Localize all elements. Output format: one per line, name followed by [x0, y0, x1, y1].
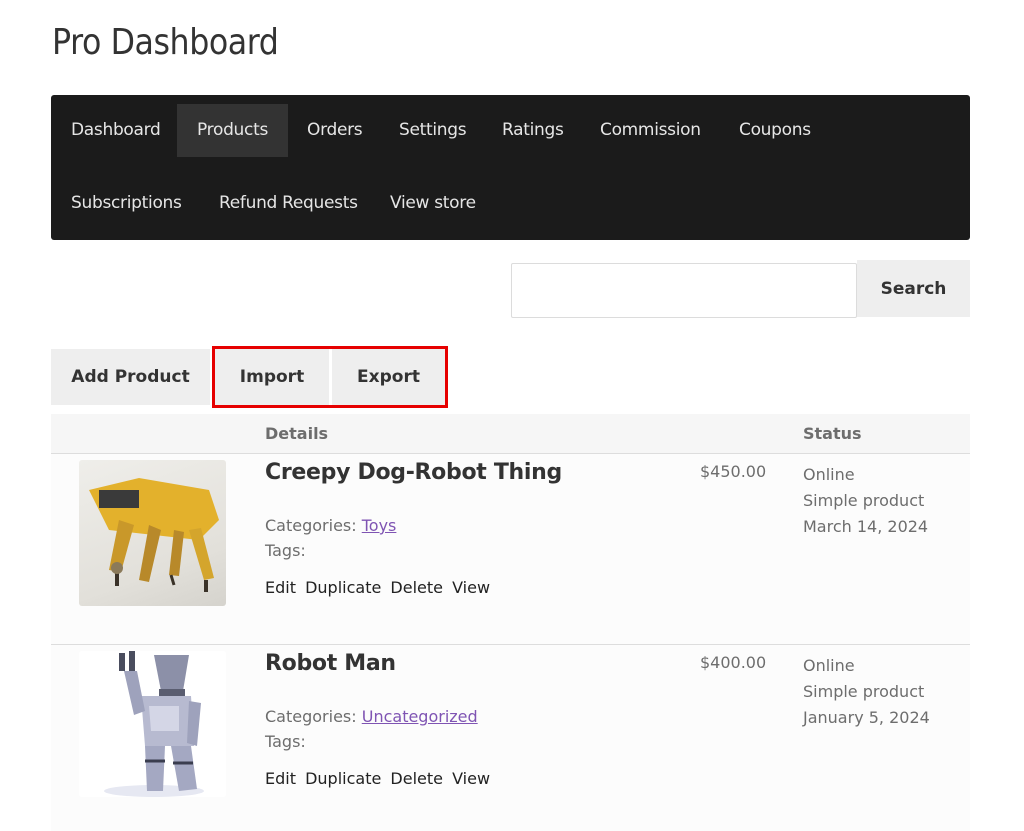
nav-item-orders[interactable]: Orders	[287, 104, 382, 157]
product-type: Simple product	[803, 682, 925, 701]
product-categories: Categories: Uncategorized	[265, 707, 478, 726]
status-value: Online	[803, 656, 855, 675]
search-input[interactable]	[511, 263, 857, 318]
delete-link[interactable]: Delete	[390, 769, 443, 788]
product-status: Online Simple product January 5, 2024	[803, 653, 930, 731]
row-actions: Edit Duplicate Delete View	[265, 769, 494, 788]
duplicate-link[interactable]: Duplicate	[305, 769, 381, 788]
page-title: Pro Dashboard	[52, 22, 279, 63]
nav-item-ratings[interactable]: Ratings	[482, 104, 584, 157]
product-categories: Categories: Toys	[265, 516, 396, 535]
nav-item-subscriptions[interactable]: Subscriptions	[51, 177, 202, 230]
row-actions: Edit Duplicate Delete View	[265, 578, 494, 597]
nav-item-refund-requests[interactable]: Refund Requests	[199, 177, 378, 230]
category-link[interactable]: Uncategorized	[362, 707, 478, 726]
view-link[interactable]: View	[452, 578, 490, 597]
edit-link[interactable]: Edit	[265, 769, 296, 788]
robot-man-image[interactable]	[79, 651, 226, 797]
yellow-robot-dog-image[interactable]	[79, 460, 226, 606]
product-price: $400.00	[700, 653, 767, 672]
nav-item-dashboard[interactable]: Dashboard	[51, 104, 181, 157]
categories-label: Categories:	[265, 516, 357, 535]
import-export-highlight	[212, 346, 448, 408]
duplicate-link[interactable]: Duplicate	[305, 578, 381, 597]
nav-item-products[interactable]: Products	[177, 104, 289, 157]
product-status: Online Simple product March 14, 2024	[803, 462, 928, 540]
view-link[interactable]: View	[452, 769, 490, 788]
nav-item-commission[interactable]: Commission	[580, 104, 721, 157]
add-product-button[interactable]: Add Product	[51, 349, 210, 405]
category-link[interactable]: Toys	[362, 516, 397, 535]
search-button[interactable]: Search	[857, 260, 970, 317]
table-header: Details Status	[51, 414, 970, 454]
product-name[interactable]: Robot Man	[265, 651, 396, 676]
categories-label: Categories:	[265, 707, 357, 726]
product-name[interactable]: Creepy Dog-Robot Thing	[265, 460, 562, 485]
product-date: March 14, 2024	[803, 517, 929, 536]
nav-item-settings[interactable]: Settings	[379, 104, 486, 157]
product-tags: Tags:	[265, 732, 306, 751]
table-row: Creepy Dog-Robot Thing Categories: Toys …	[51, 454, 970, 645]
nav-item-coupons[interactable]: Coupons	[719, 104, 831, 157]
status-value: Online	[803, 465, 855, 484]
product-price: $450.00	[700, 462, 767, 481]
delete-link[interactable]: Delete	[390, 578, 443, 597]
header-status: Status	[803, 424, 862, 443]
product-tags: Tags:	[265, 541, 306, 560]
product-type: Simple product	[803, 491, 925, 510]
dashboard-nav: Dashboard Products Orders Settings Ratin…	[51, 95, 970, 240]
edit-link[interactable]: Edit	[265, 578, 296, 597]
nav-item-view-store[interactable]: View store	[370, 177, 496, 230]
table-row: Robot Man Categories: Uncategorized Tags…	[51, 645, 970, 831]
product-date: January 5, 2024	[803, 708, 930, 727]
header-details: Details	[265, 424, 329, 443]
